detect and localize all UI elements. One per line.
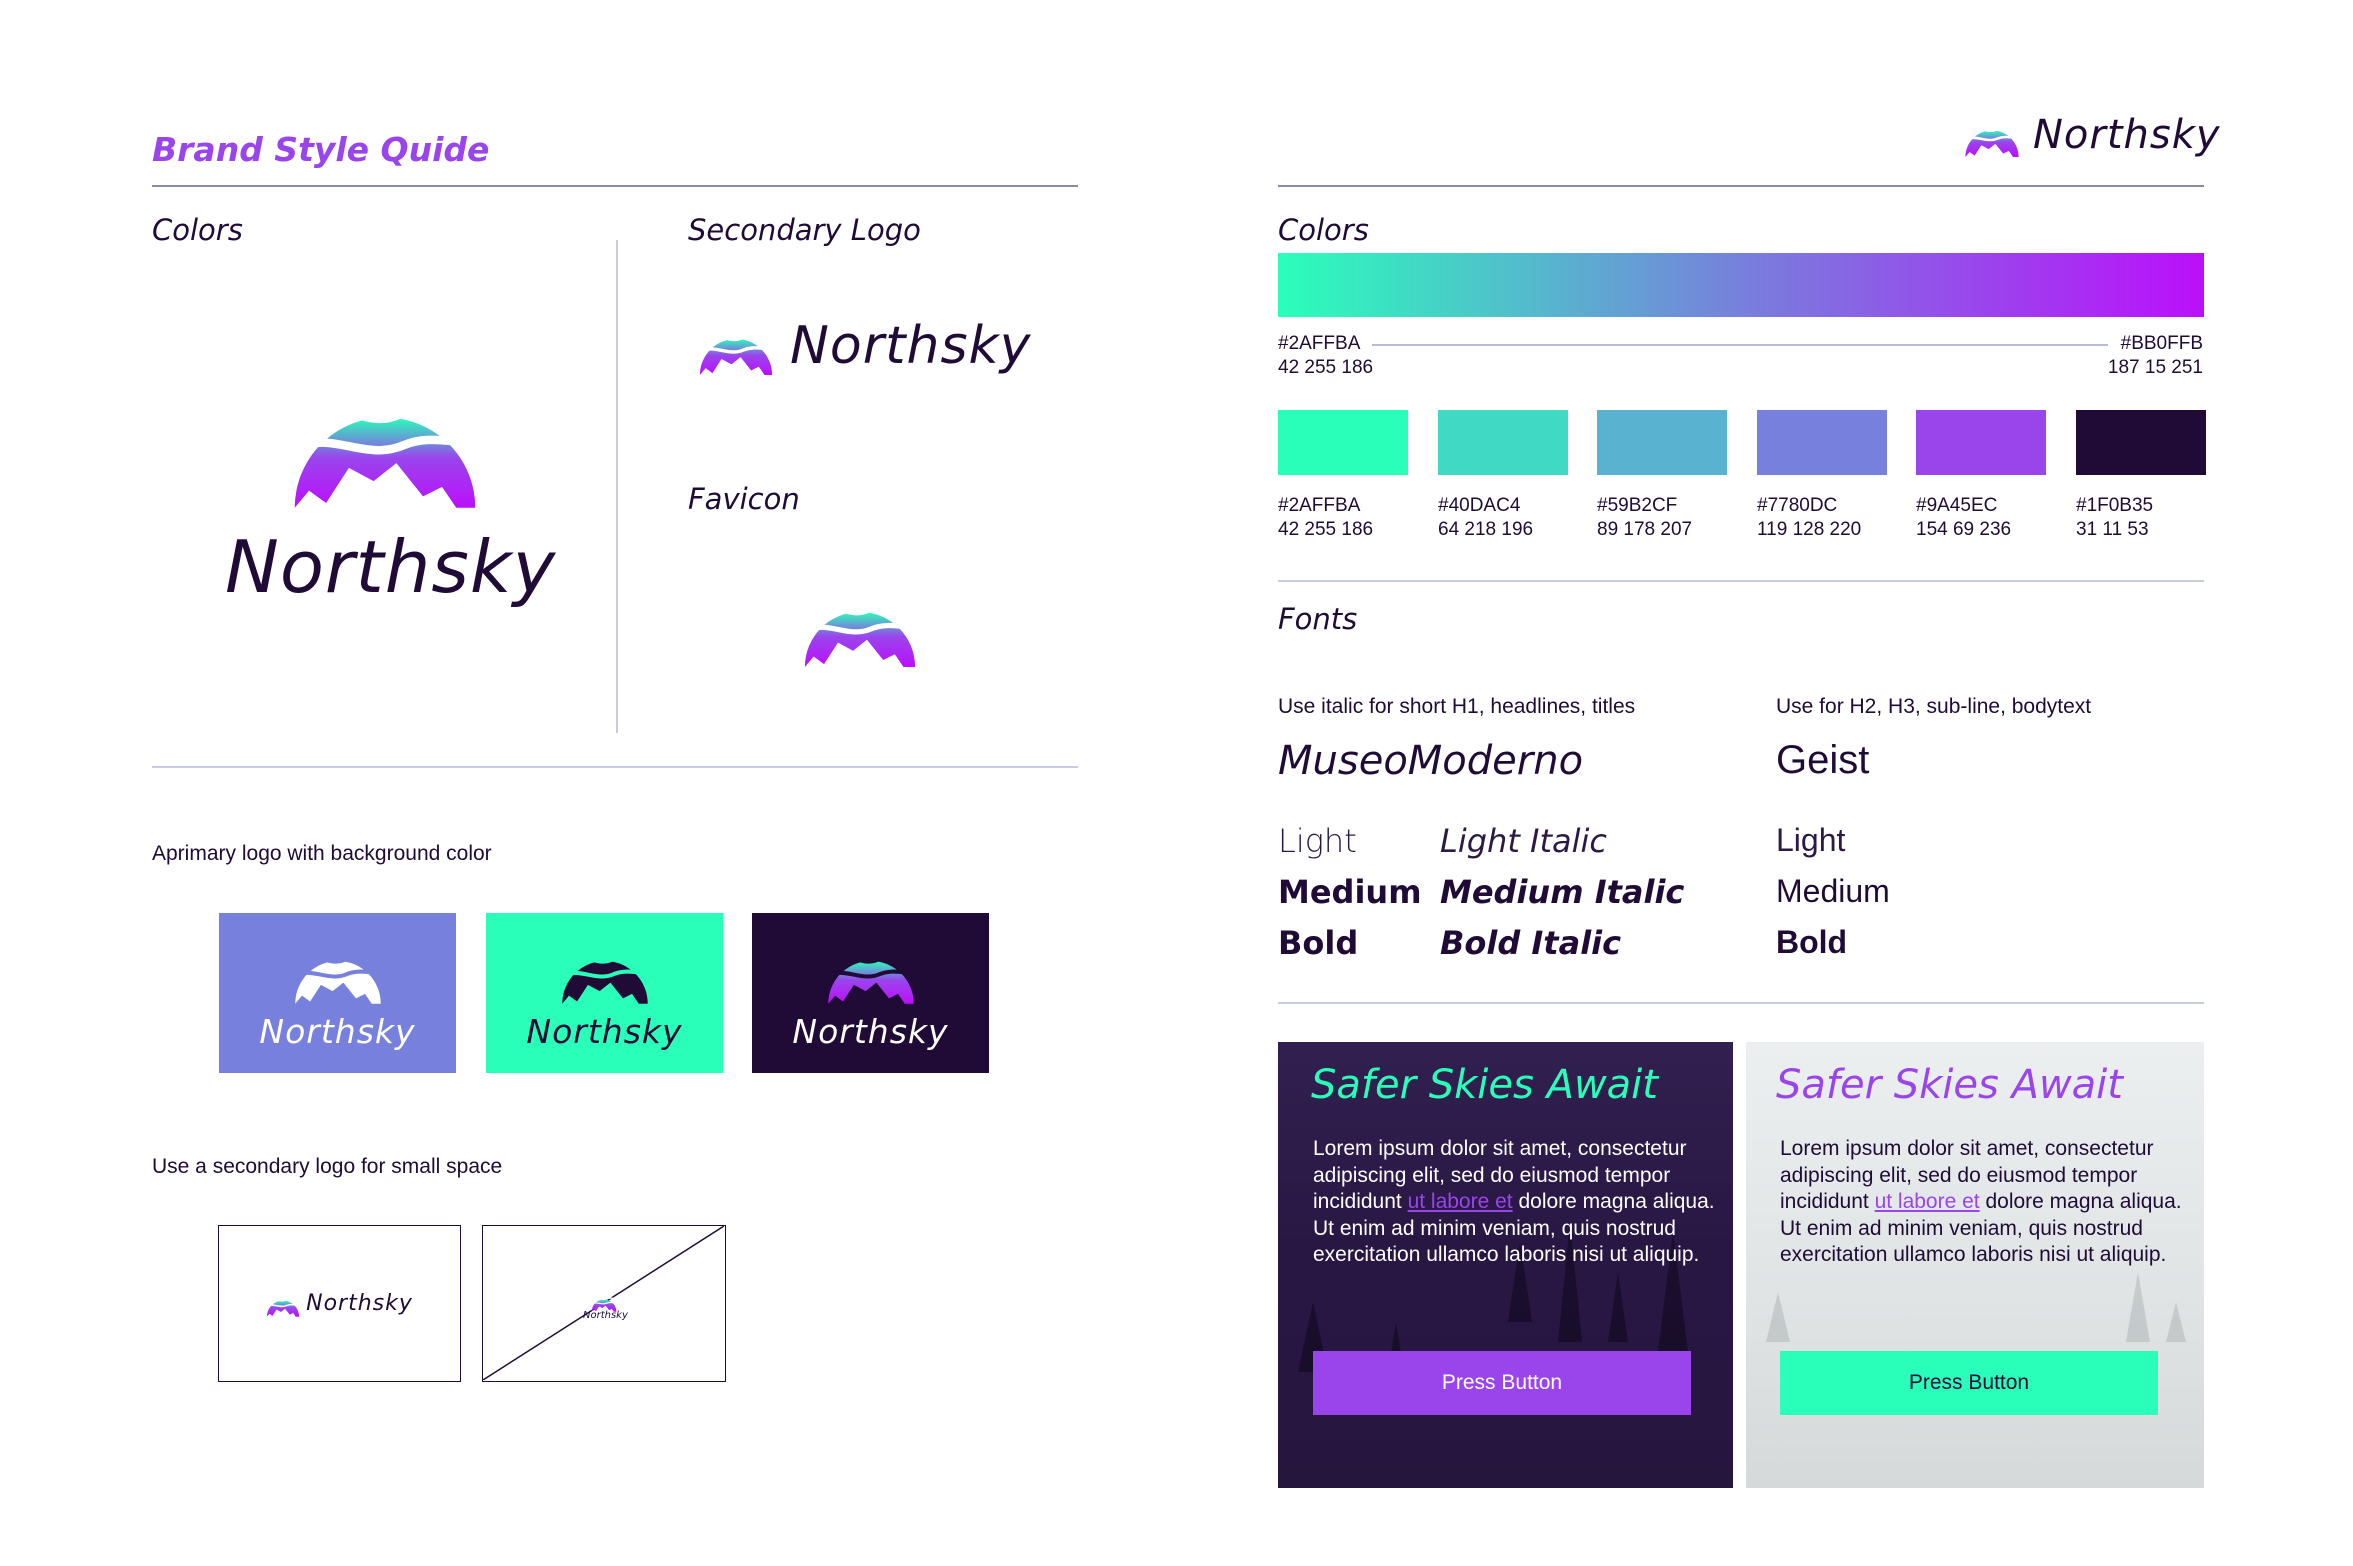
color-swatch (1597, 410, 1727, 475)
logo-on-periwinkle: Northsky (219, 913, 456, 1073)
geist-weight-medium: Medium (1776, 873, 1890, 909)
font-weight-medium: Medium (1278, 873, 1422, 911)
gradient-start-rgb: 42 255 186 (1278, 357, 1374, 378)
card-body-text: Lorem ipsum dolor sit amet, consectetur … (1780, 1136, 2190, 1269)
small-space-caption: Use a secondary logo for small space (152, 1155, 503, 1178)
northsky-logo-icon (826, 936, 916, 1004)
colors-heading: Colors (1278, 213, 1369, 247)
logo-wordmark: Northsky (792, 1011, 949, 1051)
geist-weight-bold: Bold (1776, 924, 1848, 960)
swatch-hex: #1F0B35 (2076, 495, 2154, 516)
brand-gradient-bar (1278, 253, 2204, 317)
logo-on-dark: Northsky (752, 913, 989, 1073)
swatch-hex: #7780DC (1757, 495, 1838, 516)
color-swatch (1278, 410, 1408, 475)
swatch-rgb: 154 69 236 (1916, 519, 2012, 540)
secondary-font-name: Geist (1776, 738, 1870, 782)
swatch-rgb: 119 128 220 (1757, 519, 1862, 540)
secondary-font-note: Use for H2, H3, sub-line, bodytext (1776, 695, 2092, 718)
card-title: Safer Skies Await (1311, 1062, 1658, 1108)
secondary-logo-wordmark: Northsky (790, 316, 1032, 376)
card-title: Safer Skies Await (1776, 1062, 2123, 1108)
swatch-hex: #2AFFBA (1278, 495, 1361, 516)
color-swatch (1438, 410, 1568, 475)
color-swatch (1757, 410, 1887, 475)
dark-sample-card: Safer Skies Await Lorem ipsum dolor sit … (1278, 1042, 1733, 1488)
font-weight-bold: Bold (1278, 924, 1359, 962)
northsky-logo-icon (290, 365, 480, 508)
header-logo-wordmark: Northsky (2033, 112, 2221, 158)
font-weight-bold-italic: Bold Italic (1440, 924, 1622, 962)
card-body-link[interactable]: ut labore et (1408, 1190, 1513, 1213)
northsky-logo-icon (560, 936, 650, 1004)
gradient-start-hex: #2AFFBA (1278, 333, 1361, 354)
divider (1278, 185, 2204, 187)
northsky-logo-icon (1964, 115, 2020, 157)
logo-on-mint: Northsky (486, 913, 723, 1073)
swatch-rgb: 64 218 196 (1438, 519, 1534, 540)
swatch-hex: #59B2CF (1597, 495, 1678, 516)
primary-font-name: MuseoModerno (1278, 738, 1584, 784)
fonts-heading: Fonts (1278, 602, 1358, 636)
favicon-icon (802, 580, 918, 667)
light-sample-card: Safer Skies Await Lorem ipsum dolor sit … (1746, 1042, 2204, 1488)
logo-wordmark: Northsky (259, 1011, 416, 1051)
color-swatch (2076, 410, 2206, 475)
small-space-correct-example: Northsky (218, 1225, 461, 1382)
vertical-divider (616, 240, 618, 733)
divider (1278, 580, 2204, 582)
press-button[interactable]: Press Button (1780, 1351, 2158, 1415)
brand-style-guide-title: Brand Style Quide (152, 130, 490, 169)
divider (1278, 1002, 2204, 1004)
geist-weight-light: Light (1776, 822, 1846, 858)
swatch-hex: #9A45EC (1916, 495, 1998, 516)
font-weight-medium-italic: Medium Italic (1440, 873, 1685, 911)
primary-logo-wordmark: Northsky (225, 525, 557, 609)
divider (152, 185, 1078, 187)
gradient-end-rgb: 187 15 251 (2107, 357, 2203, 378)
northsky-logo-icon (698, 318, 774, 375)
northsky-logo-icon (591, 1292, 617, 1312)
font-weight-light-italic: Light Italic (1440, 822, 1607, 860)
swatch-hex: #40DAC4 (1438, 495, 1521, 516)
northsky-logo-icon (293, 936, 383, 1004)
swatch-rgb: 31 11 53 (2076, 519, 2149, 540)
secondary-logo-heading: Secondary Logo (688, 213, 921, 247)
bg-logo-caption: Aprimary logo with background color (152, 842, 492, 865)
swatch-rgb: 42 255 186 (1278, 519, 1374, 540)
color-swatch (1916, 410, 2046, 475)
gradient-end-hex: #BB0FFB (2120, 333, 2203, 354)
logo-wordmark: Northsky (526, 1011, 683, 1051)
gradient-range-line (1372, 344, 2108, 346)
press-button[interactable]: Press Button (1313, 1351, 1691, 1415)
swatch-rgb: 89 178 207 (1597, 519, 1693, 540)
logo-wordmark: Northsky (583, 1310, 628, 1321)
northsky-logo-icon (266, 1291, 300, 1317)
card-body-link[interactable]: ut labore et (1875, 1190, 1980, 1213)
logo-wordmark: Northsky (306, 1291, 413, 1316)
favicon-heading: Favicon (688, 482, 800, 516)
font-weight-light: Light (1278, 822, 1357, 860)
primary-font-note: Use italic for short H1, headlines, titl… (1278, 695, 1636, 718)
small-space-incorrect-example: Northsky (482, 1225, 726, 1382)
colors-heading: Colors (152, 213, 243, 247)
divider (152, 766, 1078, 768)
card-body-text: Lorem ipsum dolor sit amet, consectetur … (1313, 1136, 1718, 1269)
